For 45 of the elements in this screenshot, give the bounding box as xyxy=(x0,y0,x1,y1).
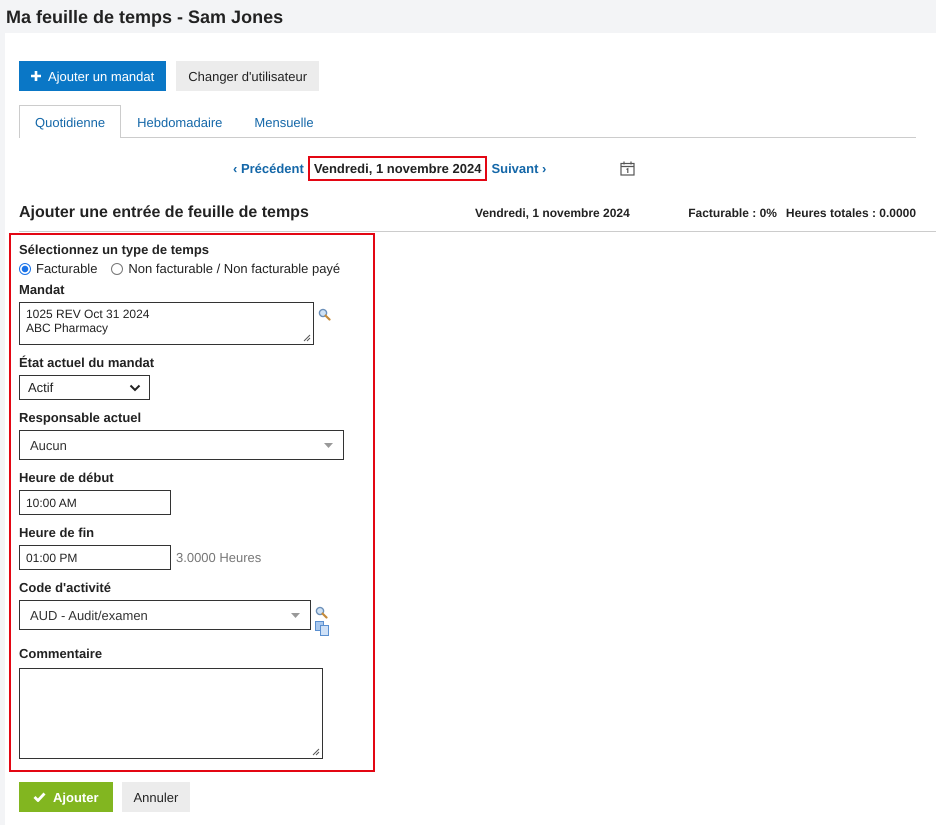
total-hours: Heures totales : 0.0000 xyxy=(786,206,916,220)
caret-icon xyxy=(324,442,333,448)
chevron-down-icon xyxy=(129,384,141,392)
radio-button[interactable] xyxy=(111,262,124,274)
field-label: Code d'activité xyxy=(19,580,111,595)
comment-field[interactable] xyxy=(19,668,323,759)
tab[interactable]: Hebdomadaire xyxy=(121,105,238,138)
field-label: Sélectionnez un type de temps xyxy=(19,242,209,257)
page-title: Ma feuille de temps - Sam Jones xyxy=(5,6,284,29)
billable-percentage: Facturable : 0% xyxy=(688,206,777,220)
current-date: Vendredi, 1 novembre 2024 xyxy=(308,156,488,180)
field-label: État actuel du mandat xyxy=(19,355,154,370)
field-label: Mandat xyxy=(19,282,64,297)
matter-field[interactable]: 1025 REV Oct 31 2024 ABC Pharmacy xyxy=(19,302,314,345)
cancel-button[interactable]: Annuler xyxy=(122,782,190,812)
field-label: Responsable actuel xyxy=(19,410,142,425)
tab[interactable]: Quotidienne xyxy=(19,105,122,138)
entry-date: Vendredi, 1 novembre 2024 xyxy=(475,206,630,220)
time-field[interactable]: 10:00 AM xyxy=(19,490,171,515)
field-label: Heure de début xyxy=(19,470,114,485)
search-icon[interactable] xyxy=(315,606,328,619)
resize-grip-icon[interactable] xyxy=(302,333,311,342)
search-icon[interactable] xyxy=(318,308,331,321)
radio-label: Facturable xyxy=(36,261,98,276)
field-label: Commentaire xyxy=(19,646,102,661)
select-field[interactable]: Aucun xyxy=(19,430,344,460)
next-link[interactable]: Suivant › xyxy=(491,160,546,176)
previous-link[interactable]: ‹ Précédent xyxy=(233,160,304,176)
caret-icon xyxy=(291,612,300,618)
plus-icon xyxy=(31,71,41,81)
duration-text: 3.0000 Heures xyxy=(176,550,262,565)
radio-button[interactable] xyxy=(19,262,31,274)
checkmark-icon xyxy=(33,792,46,802)
switch-user-button[interactable]: Changer d'utilisateur xyxy=(176,61,320,91)
field-label: Heure de fin xyxy=(19,525,94,540)
add-matter-button[interactable]: Ajouter un mandat xyxy=(19,61,166,91)
radio-label: Non facturable / Non facturable payé xyxy=(128,261,340,276)
tab[interactable]: Mensuelle xyxy=(238,105,330,138)
section-title: Ajouter une entrée de feuille de temps xyxy=(19,204,310,222)
time-field[interactable]: 01:00 PM xyxy=(19,545,171,570)
copy-icon[interactable] xyxy=(315,621,330,636)
select-field[interactable]: AUD - Audit/examen xyxy=(19,600,311,630)
status-dropdown[interactable]: Actif xyxy=(19,375,150,400)
resize-grip-icon[interactable] xyxy=(311,747,320,756)
calendar-icon[interactable] xyxy=(620,160,636,176)
